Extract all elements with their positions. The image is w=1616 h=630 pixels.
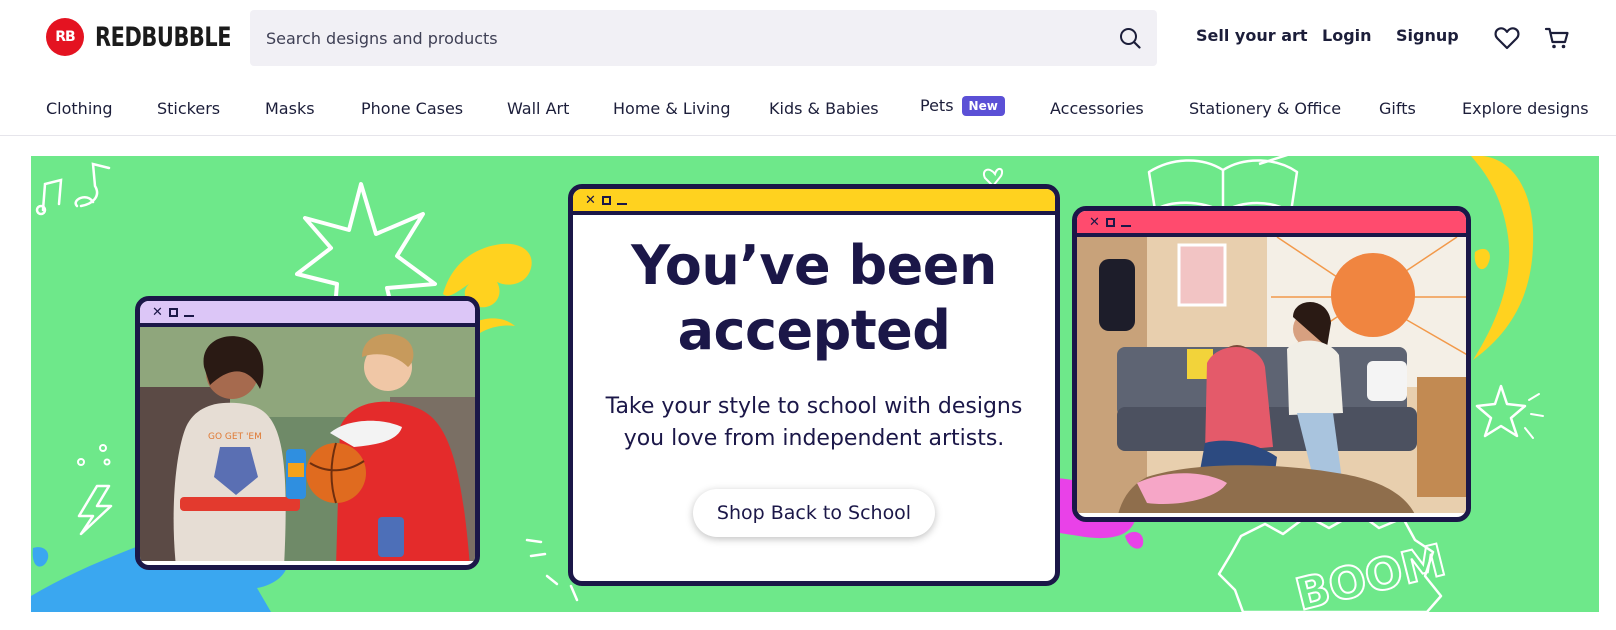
wishlist-button[interactable]	[1493, 24, 1521, 52]
category-nav: Clothing Stickers Masks Phone Cases Wall…	[0, 88, 1616, 136]
nav-explore-designs[interactable]: Explore designs	[1462, 99, 1589, 118]
hero-banner[interactable]: BOOM ✕ GO GET 'EM ✕ You’ve been accepted…	[31, 156, 1599, 612]
search-bar	[250, 10, 1157, 66]
headline-line-1: You’ve been	[631, 234, 997, 297]
cart-button[interactable]	[1543, 24, 1571, 52]
close-window-icon: ✕	[585, 192, 596, 208]
search-button[interactable]	[1103, 10, 1157, 66]
logo-mark: RB	[46, 18, 84, 56]
search-icon	[1120, 28, 1141, 49]
maximize-window-icon	[601, 195, 611, 205]
minimize-window-icon	[1120, 225, 1131, 227]
login-link[interactable]: Login	[1322, 26, 1372, 45]
nav-kids-babies[interactable]: Kids & Babies	[769, 99, 879, 118]
center-message-card: ✕ You’ve been accepted Take your style t…	[568, 184, 1060, 586]
nav-accessories[interactable]: Accessories	[1050, 99, 1144, 118]
right-photo-window: ✕	[1072, 206, 1471, 522]
minimize-window-icon	[183, 315, 194, 317]
sell-your-art-link[interactable]: Sell your art	[1196, 26, 1308, 45]
maximize-window-icon	[168, 307, 178, 317]
students-illustration: GO GET 'EM	[140, 327, 475, 561]
nav-masks[interactable]: Masks	[265, 99, 315, 118]
redbubble-logo[interactable]: RB REDBUBBLE	[46, 18, 253, 56]
nav-pets-label: Pets	[920, 96, 954, 115]
window-titlebar: ✕	[1077, 211, 1466, 237]
star-outline-icon	[1475, 384, 1527, 438]
lightning-icon	[77, 484, 113, 536]
sweatshirt-print-text: GO GET 'EM	[208, 432, 262, 442]
new-badge: New	[961, 96, 1005, 116]
close-window-icon: ✕	[1089, 214, 1100, 230]
nav-pets[interactable]: Pets New	[920, 96, 1005, 116]
shop-back-to-school-button[interactable]: Shop Back to School	[692, 489, 936, 537]
nav-gifts[interactable]: Gifts	[1379, 99, 1416, 118]
heart-icon	[1494, 27, 1520, 50]
circles-doodle-icon	[77, 444, 111, 466]
nav-phone-cases[interactable]: Phone Cases	[361, 99, 463, 118]
open-book-icon	[1147, 156, 1299, 214]
left-photo-window: ✕ GO GET 'EM	[135, 296, 480, 570]
site-header: RB REDBUBBLE Sell your art Login Signup	[0, 0, 1616, 76]
minimize-window-icon	[616, 203, 627, 205]
nav-stickers[interactable]: Stickers	[157, 99, 220, 118]
maximize-window-icon	[1105, 217, 1115, 227]
banner-subtext: Take your style to school with designs y…	[573, 391, 1055, 455]
window-titlebar: ✕	[573, 189, 1055, 215]
card-content: You’ve been accepted Take your style to …	[573, 233, 1055, 537]
music-note-icon	[35, 162, 111, 216]
banner-headline: You’ve been accepted	[573, 233, 1055, 363]
window-titlebar: ✕	[140, 301, 475, 327]
nav-home-living[interactable]: Home & Living	[613, 99, 730, 118]
subtext-line-2: you love from independent artists.	[623, 426, 1005, 451]
subtext-line-1: Take your style to school with designs	[605, 394, 1023, 419]
dorm-photo	[1077, 237, 1466, 513]
nav-clothing[interactable]: Clothing	[46, 99, 113, 118]
cart-icon	[1544, 27, 1569, 49]
close-window-icon: ✕	[152, 304, 163, 320]
search-input[interactable]	[250, 10, 1103, 66]
nav-stationery-office[interactable]: Stationery & Office	[1189, 99, 1341, 118]
nav-wall-art[interactable]: Wall Art	[507, 99, 569, 118]
logo-wordmark: REDBUBBLE	[95, 21, 232, 53]
signup-link[interactable]: Signup	[1396, 26, 1459, 45]
students-photo: GO GET 'EM	[140, 327, 475, 561]
headline-line-2: accepted	[677, 299, 951, 362]
boom-text: BOOM	[1291, 535, 1451, 612]
dorm-illustration	[1077, 237, 1466, 513]
